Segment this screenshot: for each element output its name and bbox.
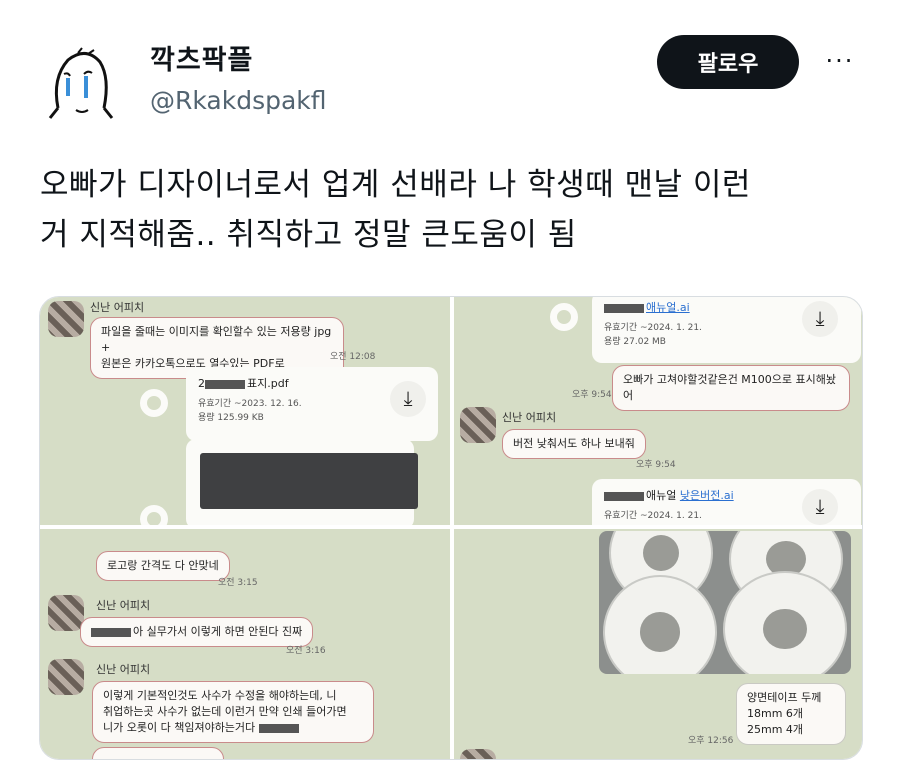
message-time: 오전 12:08 <box>330 352 376 362</box>
bubble-line: 양면테이프 두께 <box>747 691 822 704</box>
message-time: 오전 3:15 <box>218 578 258 588</box>
message-time: 오후 12:56 <box>688 736 734 746</box>
file-ring-icon <box>140 389 168 417</box>
bubble-line: 18mm 6개 <box>747 707 804 720</box>
crying-face-icon <box>39 39 123 123</box>
download-icon[interactable]: ⤓ <box>802 489 838 525</box>
file-ring-icon <box>550 303 578 331</box>
message-time: 오후 9:54 <box>572 390 612 400</box>
media-image-1[interactable]: 신난 어피치 파일을 줄때는 이미지를 확인할수 있는 저용량 jpg + 원본… <box>40 297 450 525</box>
profile-pic <box>48 659 84 695</box>
sender-name: 신난 어피치 <box>502 411 557 424</box>
chat-bubble: 버전 낮춰서도 하나 보내줘 <box>502 429 646 459</box>
message-time: 오후 9:54 <box>636 460 676 470</box>
chat-bubble: 로고랑 간격도 다 안맞네 <box>96 551 230 581</box>
download-icon[interactable]: ⤓ <box>802 301 838 337</box>
sender-name: 신난 어피치 <box>90 301 145 314</box>
display-name[interactable]: 깍츠팍플 <box>150 38 253 77</box>
dark-image-preview <box>200 453 418 509</box>
follow-button[interactable]: 팔로우 <box>657 35 799 89</box>
profile-pic <box>460 407 496 443</box>
message-time: 오전 3:16 <box>286 646 326 656</box>
bubble-line: 파일을 줄때는 이미지를 확인할수 있는 저용량 jpg + <box>101 325 332 354</box>
profile-pic <box>48 595 84 631</box>
chat-bubble-mine: 양면테이프 두께 18mm 6개 25mm 4개 <box>736 683 846 745</box>
media-image-4[interactable]: 양면테이프 두께 18mm 6개 25mm 4개 오후 12:56 <box>454 529 862 759</box>
avatar[interactable] <box>38 38 124 124</box>
media-image-3[interactable]: 로고랑 간격도 다 안맞네 오전 3:15 신난 어피치 아 실무가서 이렇게 … <box>40 529 450 759</box>
file-ring-icon <box>140 505 168 525</box>
bubble-line: 이렇게 기본적인것도 사수가 수정을 해야하는데, 니 <box>103 689 337 702</box>
file-size: 용량 27.02 MB <box>604 337 666 347</box>
tweet-text-line: 거 지적해줌.. 취직하고 정말 큰도움이 됨 <box>40 217 577 253</box>
download-icon[interactable]: ⤓ <box>390 381 426 417</box>
bubble-line: 25mm 4개 <box>747 723 804 736</box>
tweet-text: 오빠가 디자이너로서 업계 선배라 나 학생때 맨날 이런 거 지적해줌.. 취… <box>40 160 870 260</box>
image-attachment[interactable] <box>186 439 418 525</box>
sender-name: 신난 어피치 <box>96 599 151 612</box>
tweet-media[interactable]: 신난 어피치 파일을 줄때는 이미지를 확인할수 있는 저용량 jpg + 원본… <box>39 296 863 760</box>
chat-bubble: 아 실무가서 이렇게 하면 안된다 진짜 <box>80 617 314 647</box>
profile-pic <box>48 301 84 337</box>
file-size: 용량 125.99 KB <box>198 413 264 423</box>
user-handle[interactable]: @Rkakdspakfl <box>150 86 327 115</box>
bubble-line: 니가 오롯이 다 책임져야하는거다 <box>103 720 363 736</box>
chat-bubble: 이렇게 기본적인것도 사수가 수정을 해야하는데, 니 취업하는곳 사수가 없는… <box>92 681 374 743</box>
sender-name: 신난 어피치 <box>96 663 151 676</box>
media-image-2[interactable]: 애뉴얼.ai 유효기간 ~2024. 1. 21. 용량 27.02 MB ⤓ … <box>454 297 862 525</box>
tape-rolls-photo <box>599 531 851 674</box>
profile-pic <box>460 749 496 759</box>
more-options-icon[interactable]: ··· <box>818 46 862 76</box>
chat-bubble-mine: 오빠가 고쳐야할것같은건 M100으로 표시해놨어 <box>612 365 850 411</box>
tweet-text-line: 오빠가 디자이너로서 업계 선배라 나 학생때 맨날 이런 <box>40 167 751 203</box>
bubble-line: 취업하는곳 사수가 없는데 이런거 만약 인쇄 들어가면 <box>103 705 347 718</box>
chat-bubble-partial <box>92 747 224 759</box>
